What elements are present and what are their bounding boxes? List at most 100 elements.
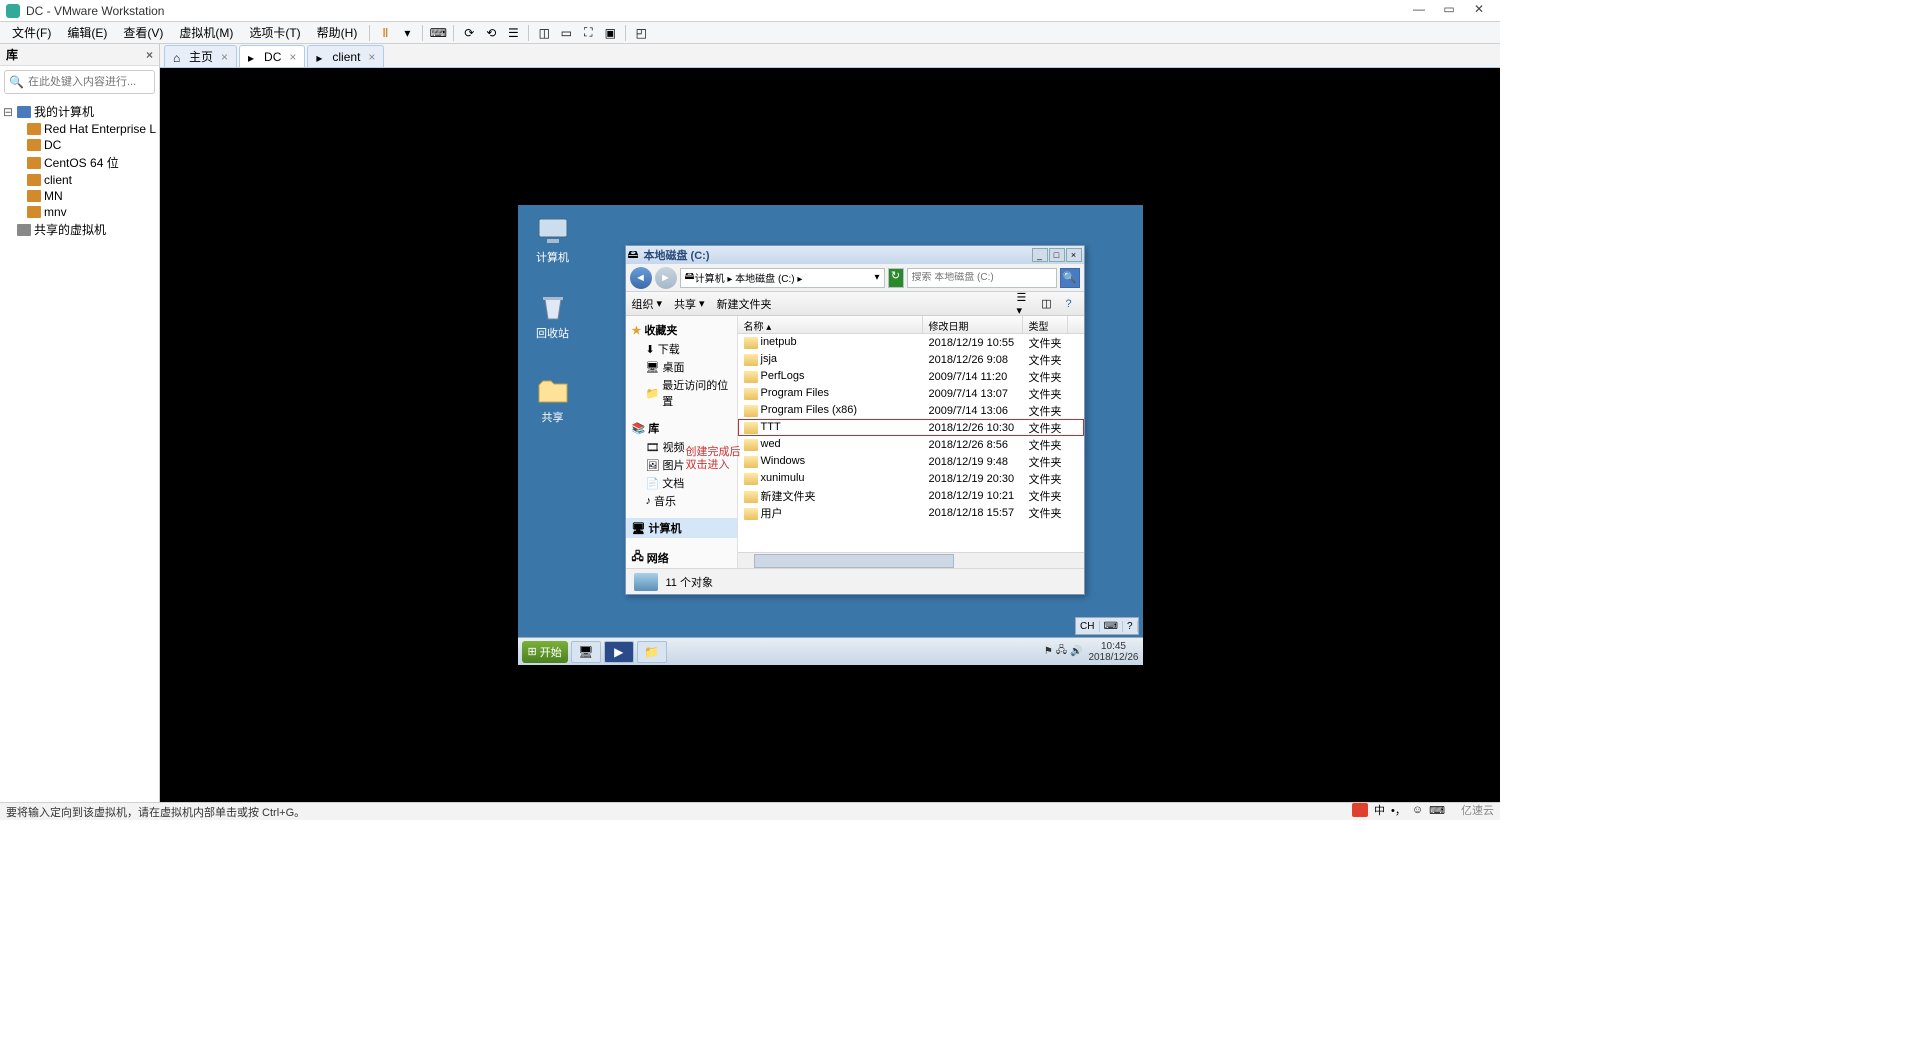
library-search[interactable]: 🔍 [4, 70, 155, 94]
file-row[interactable]: PerfLogs2009/7/14 11:20文件夹 [738, 368, 1084, 385]
forward-button[interactable]: ► [655, 267, 677, 289]
menu-view[interactable]: 查看(V) [115, 22, 171, 43]
dropdown-icon[interactable]: ▾ [396, 23, 418, 43]
close-icon[interactable]: × [221, 50, 228, 64]
tree-vm-mn[interactable]: MN [2, 188, 157, 204]
scroll-thumb[interactable] [754, 554, 954, 568]
breadcrumb[interactable]: 🖴 计算机 ▸ 本地磁盘 (C:) ▸▾ [680, 268, 885, 288]
menu-file[interactable]: 文件(F) [4, 22, 59, 43]
organize-button[interactable]: 组织 ▾ [632, 296, 663, 312]
taskbar-powershell-icon[interactable]: ▶ [604, 641, 634, 663]
file-row[interactable]: Windows2018/12/19 9:48文件夹 [738, 453, 1084, 470]
help-icon[interactable]: ? [1060, 295, 1078, 313]
tree-root[interactable]: ⊟我的计算机 [2, 102, 157, 121]
file-row[interactable]: TTT2018/12/26 10:30文件夹 [738, 419, 1084, 436]
tray-sound-icon[interactable]: 🔊 [1070, 646, 1082, 657]
keyboard-icon[interactable]: ⌨ [1100, 621, 1123, 632]
desktop-share[interactable]: 共享 [526, 375, 580, 425]
explorer-search[interactable] [907, 268, 1057, 288]
file-row[interactable]: xunimulu2018/12/19 20:30文件夹 [738, 470, 1084, 487]
send-cad-icon[interactable]: ⌨ [427, 23, 449, 43]
col-date[interactable]: 修改日期 [923, 316, 1023, 333]
guest-desktop[interactable]: 计算机 回收站 共享 🖴 本地磁盘 (C:) _ □ [518, 205, 1143, 665]
library-close-icon[interactable]: × [146, 48, 153, 62]
revert-icon[interactable]: ⟲ [480, 23, 502, 43]
newfolder-button[interactable]: 新建文件夹 [717, 296, 772, 312]
side-desktop[interactable]: 🖥桌面 [626, 358, 737, 376]
side-network[interactable]: 🖧网络 [626, 546, 737, 568]
side-favorites[interactable]: ★收藏夹 [626, 320, 737, 340]
ime-label[interactable]: 中 [1374, 802, 1385, 818]
side-videos[interactable]: 🎞视频 [626, 438, 737, 456]
tray-network-icon[interactable]: 🖧 [1056, 643, 1067, 660]
tray-flag-icon[interactable]: ⚑ [1044, 646, 1053, 657]
close-icon[interactable]: × [289, 50, 296, 64]
sogou-icon[interactable] [1352, 803, 1368, 817]
view5-icon[interactable]: ◰ [630, 23, 652, 43]
side-pictures[interactable]: 🖼图片 [626, 456, 737, 474]
menu-edit[interactable]: 编辑(E) [59, 22, 115, 43]
side-libraries[interactable]: 📚库 [626, 418, 737, 438]
tree-vm-centos[interactable]: CentOS 64 位 [2, 153, 157, 172]
side-documents[interactable]: 📄文档 [626, 474, 737, 492]
file-row[interactable]: Program Files (x86)2009/7/14 13:06文件夹 [738, 402, 1084, 419]
file-row[interactable]: jsja2018/12/26 9:08文件夹 [738, 351, 1084, 368]
close-button[interactable]: ✕ [1464, 2, 1494, 20]
back-button[interactable]: ◄ [630, 267, 652, 289]
pause-icon[interactable]: ‖ [374, 23, 396, 43]
manage-icon[interactable]: ☰ [502, 23, 524, 43]
tab-client[interactable]: ▸client× [307, 45, 384, 67]
view1-icon[interactable]: ◫ [533, 23, 555, 43]
ime-smiley-icon[interactable]: ☺ [1412, 804, 1423, 816]
side-music[interactable]: ♪音乐 [626, 492, 737, 510]
language-bar[interactable]: CH ⌨ ? [1075, 617, 1138, 635]
preview-pane-icon[interactable]: ◫ [1038, 295, 1056, 313]
taskbar-explorer-icon[interactable]: 📁 [637, 641, 667, 663]
file-row[interactable]: 用户2018/12/18 15:57文件夹 [738, 504, 1084, 521]
tree-vm-redhat[interactable]: Red Hat Enterprise L [2, 121, 157, 137]
snapshot-icon[interactable]: ⟳ [458, 23, 480, 43]
minimize-button[interactable]: — [1404, 2, 1434, 20]
side-recent[interactable]: 📁最近访问的位置 [626, 376, 737, 410]
menu-help[interactable]: 帮助(H) [309, 22, 366, 43]
view-options-icon[interactable]: ☰ ▾ [1016, 295, 1034, 313]
col-type[interactable]: 类型 [1023, 316, 1068, 333]
file-row[interactable]: Program Files2009/7/14 13:07文件夹 [738, 385, 1084, 402]
menu-vm[interactable]: 虚拟机(M) [171, 22, 241, 43]
explorer-titlebar[interactable]: 🖴 本地磁盘 (C:) _ □ × [626, 246, 1084, 264]
max-icon[interactable]: □ [1049, 248, 1065, 262]
desktop-recycle[interactable]: 回收站 [526, 291, 580, 341]
col-name[interactable]: 名称 ▴ [738, 316, 923, 333]
file-row[interactable]: inetpub2018/12/19 10:55文件夹 [738, 334, 1084, 351]
menu-tabs[interactable]: 选项卡(T) [241, 22, 308, 43]
file-row[interactable]: 新建文件夹2018/12/19 10:21文件夹 [738, 487, 1084, 504]
clock[interactable]: 10:452018/12/26 [1088, 641, 1138, 663]
file-row[interactable]: wed2018/12/26 8:56文件夹 [738, 436, 1084, 453]
side-downloads[interactable]: ⬇下载 [626, 340, 737, 358]
view3-icon[interactable]: ⛶ [577, 23, 599, 43]
view4-icon[interactable]: ▣ [599, 23, 621, 43]
ime-punct-icon[interactable]: •， [1391, 802, 1406, 818]
ime-keyboard-icon[interactable]: ⌨ [1429, 804, 1445, 817]
close-icon[interactable]: × [368, 50, 375, 64]
view2-icon[interactable]: ▭ [555, 23, 577, 43]
tree-vm-client[interactable]: client [2, 172, 157, 188]
start-button[interactable]: ⊞开始 [522, 641, 568, 663]
desktop-computer[interactable]: 计算机 [526, 215, 580, 265]
refresh-button[interactable]: ↻ [888, 268, 904, 288]
search-button[interactable]: 🔍 [1060, 268, 1080, 288]
side-computer[interactable]: 🖥计算机 [626, 518, 737, 538]
library-search-input[interactable] [28, 76, 150, 88]
lang-label[interactable]: CH [1076, 621, 1099, 632]
tree-vm-mnv[interactable]: mnv [2, 204, 157, 220]
tab-home[interactable]: ⌂主页× [164, 45, 237, 67]
tree-shared[interactable]: 共享的虚拟机 [2, 220, 157, 239]
maximize-button[interactable]: ▭ [1434, 2, 1464, 20]
explorer-search-input[interactable] [912, 272, 1052, 283]
tree-vm-dc[interactable]: DC [2, 137, 157, 153]
h-scrollbar[interactable] [738, 552, 1084, 568]
taskbar-server-icon[interactable]: 🖥 [571, 641, 601, 663]
min-icon[interactable]: _ [1032, 248, 1048, 262]
tab-dc[interactable]: ▸DC× [239, 45, 305, 67]
help-icon[interactable]: ? [1123, 621, 1138, 632]
